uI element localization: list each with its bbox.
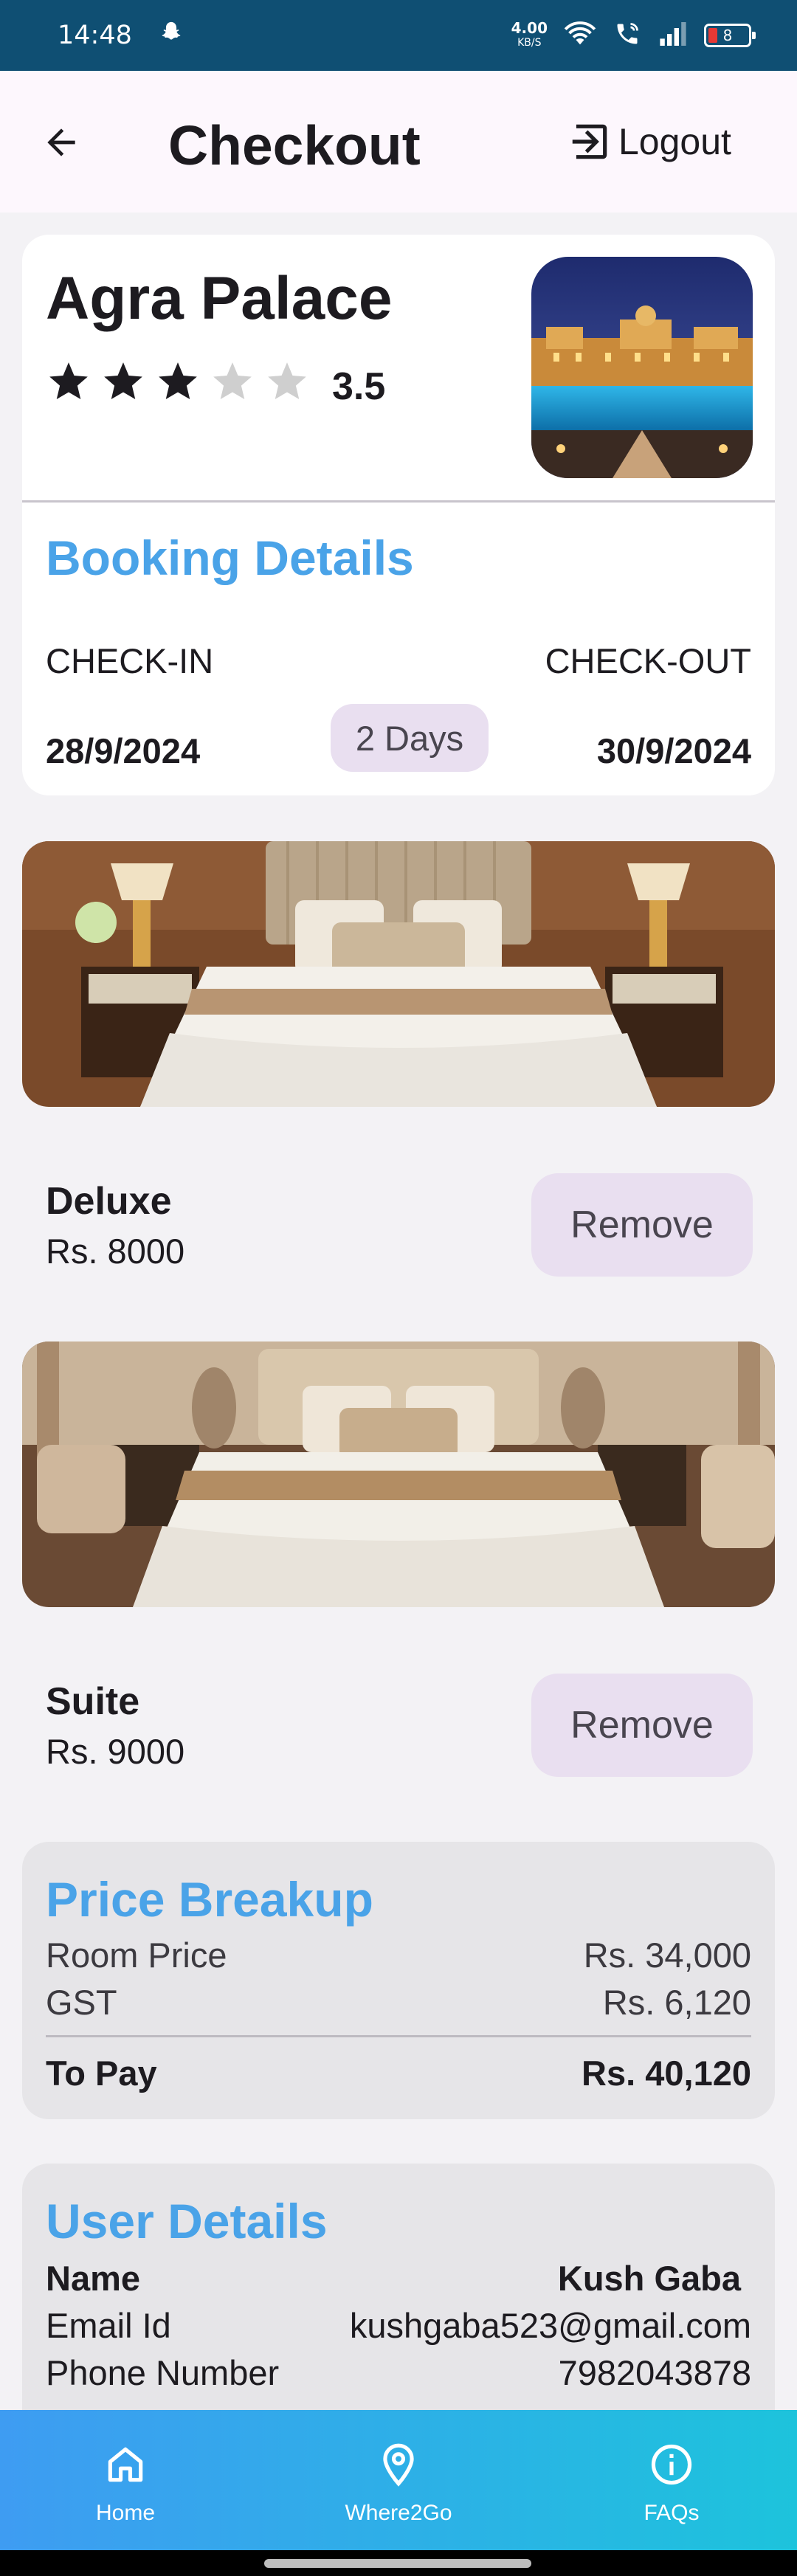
status-time: 14:48 — [58, 21, 132, 50]
wifi-icon — [564, 21, 596, 50]
total-label: To Pay — [46, 2054, 157, 2093]
star-rating — [46, 359, 310, 404]
nav-item-faqs[interactable]: FAQs — [546, 2410, 797, 2550]
room-name: Deluxe — [46, 1180, 172, 1223]
system-gesture-area — [0, 2550, 797, 2576]
logout-label: Logout — [618, 121, 731, 162]
room-price-label: Room Price — [46, 1936, 227, 1975]
star-filled-icon — [159, 362, 197, 400]
logout-button[interactable]: Logout — [567, 114, 731, 170]
nav-label: Where2Go — [345, 2501, 452, 2525]
price-breakup-heading: Price Breakup — [46, 1872, 373, 1927]
logout-icon — [572, 124, 607, 159]
nav-item-where2go[interactable]: Where2Go — [251, 2410, 546, 2550]
divider — [46, 2035, 751, 2037]
page-title: Checkout — [168, 114, 421, 176]
booking-details-heading: Booking Details — [46, 531, 414, 585]
check-out-label: CHECK-OUT — [545, 641, 751, 680]
room-price-row: Room Price Rs. 34,000 — [46, 1935, 751, 1975]
total-value: Rs. 40,120 — [582, 2054, 751, 2093]
room-price-value: Rs. 34,000 — [583, 1936, 751, 1975]
stay-duration-chip: 2 Days — [331, 704, 489, 772]
check-in-date: 28/9/2024 — [46, 731, 201, 770]
wifi-calling-icon — [613, 21, 642, 50]
nav-label: FAQs — [644, 2501, 700, 2525]
signal-icon — [658, 22, 688, 49]
location-pin-icon — [383, 2443, 414, 2487]
remove-room-button[interactable]: Remove — [531, 1173, 753, 1277]
arrow-left-icon — [47, 128, 75, 156]
total-row: To Pay Rs. 40,120 — [46, 2053, 751, 2093]
hotel-image — [531, 257, 753, 478]
info-icon — [651, 2444, 692, 2485]
remove-room-button[interactable]: Remove — [531, 1674, 753, 1777]
user-details-heading: User Details — [46, 2194, 328, 2248]
network-speed: 4.00 KB/S — [511, 19, 548, 49]
nav-item-home[interactable]: Home — [0, 2410, 251, 2550]
phone-label: Phone Number — [46, 2353, 280, 2392]
bottom-navigation: Home Where2Go FAQs — [0, 2410, 797, 2550]
room-price: Rs. 9000 — [46, 1732, 185, 1771]
email-row: Email Id kushgaba523@gmail.com — [46, 2305, 751, 2346]
divider — [22, 500, 775, 503]
status-bar: 14:48 4.00 KB/S 8 — [0, 0, 797, 71]
user-name-row: Name Kush Gaba — [46, 2258, 751, 2299]
gst-label: GST — [46, 1983, 117, 2022]
star-empty-icon — [268, 362, 306, 400]
hotel-name: Agra Palace — [46, 265, 393, 332]
email-label: Email Id — [46, 2306, 171, 2345]
room-price: Rs. 8000 — [46, 1232, 185, 1271]
gst-row: GST Rs. 6,120 — [46, 1982, 751, 2023]
price-breakup-card: Price Breakup Room Price Rs. 34,000 GST … — [22, 1842, 775, 2119]
app-bar: Checkout Logout — [0, 71, 797, 213]
battery-icon: 8 — [704, 24, 756, 47]
home-icon — [108, 2447, 143, 2482]
hotel-booking-card: Agra Palace 3.5 Booking Details CHECK-IN… — [22, 235, 775, 795]
star-filled-icon — [49, 362, 88, 400]
gst-value: Rs. 6,120 — [602, 1983, 751, 2022]
back-button[interactable] — [37, 118, 86, 167]
rating-value: 3.5 — [332, 365, 386, 408]
home-gesture-bar[interactable] — [264, 2559, 531, 2568]
snapchat-notification-icon — [159, 20, 184, 52]
phone-row: Phone Number 7982043878 — [46, 2352, 751, 2393]
star-filled-icon — [104, 362, 142, 400]
user-name-value: Kush Gaba — [557, 2259, 741, 2298]
user-name-label: Name — [46, 2259, 141, 2298]
star-empty-icon — [213, 362, 252, 400]
nav-label: Home — [95, 2501, 156, 2525]
email-value: kushgaba523@gmail.com — [349, 2306, 751, 2345]
check-in-label: CHECK-IN — [46, 641, 214, 680]
room-image-suite — [22, 1341, 775, 1607]
room-image-deluxe — [22, 841, 775, 1107]
room-name: Suite — [46, 1680, 140, 1723]
check-out-date: 30/9/2024 — [596, 731, 751, 770]
phone-value: 7982043878 — [558, 2353, 751, 2392]
